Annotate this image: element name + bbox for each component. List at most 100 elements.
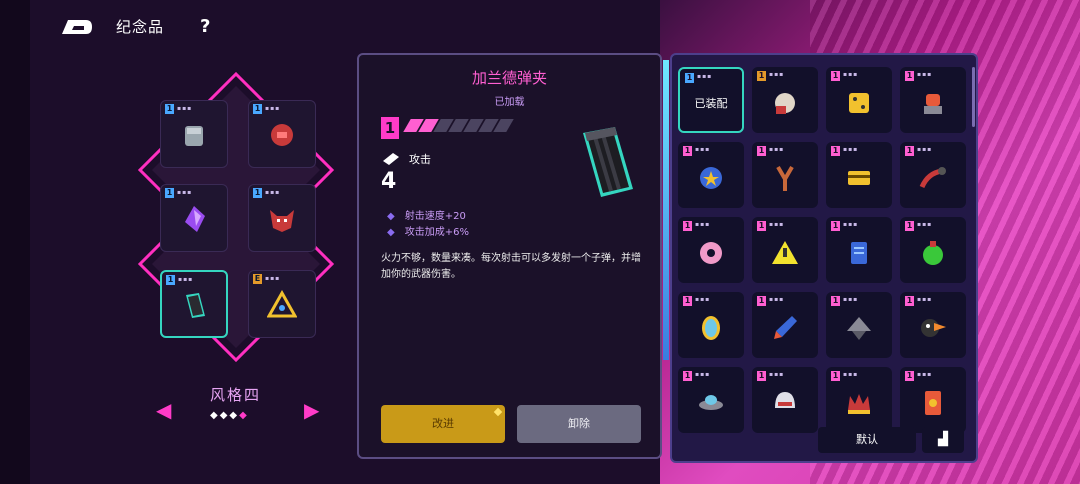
upgrade-button[interactable]: 改进 — [381, 405, 505, 443]
cell-level: 1 — [757, 146, 766, 156]
cell-level: 1 — [905, 221, 914, 231]
cell-pips: ▪▪▪ — [695, 146, 711, 153]
slot-pips: ▪▪▪ — [177, 105, 193, 112]
back-icon[interactable] — [60, 16, 94, 36]
demon-mask-icon — [270, 210, 294, 233]
cell-level: 1 — [685, 73, 694, 83]
helmet-icon — [775, 392, 795, 409]
souvenir-cell[interactable]: 1 ▪▪▪ — [752, 367, 818, 433]
style-label: 风格四 — [210, 386, 262, 404]
cell-level: 1 — [683, 371, 692, 381]
pipe-icon — [919, 167, 946, 189]
help-button[interactable]: ? — [200, 16, 210, 37]
triangle-relic-icon — [267, 290, 297, 318]
equipped-slot[interactable]: E ▪▪▪ — [248, 270, 316, 338]
cell-level: 1 — [757, 71, 766, 81]
crown-icon — [848, 394, 870, 415]
cell-pips: ▪▪▪ — [769, 221, 785, 228]
souvenir-cell[interactable]: 1 ▪▪▪ — [900, 217, 966, 283]
souvenir-cell[interactable]: 1 ▪▪▪ — [826, 142, 892, 208]
cell-pips: ▪▪▪ — [769, 71, 785, 78]
donut-icon — [700, 242, 722, 265]
item-detail-panel: 加兰德弹夹 已加载 1 攻击 4 ◆ 射击速度+20 ◆ 攻击加成+6% 火力不够，… — [357, 53, 662, 459]
robot-icon — [924, 94, 942, 115]
souvenir-cell[interactable]: 1 ▪▪▪ — [826, 217, 892, 283]
cell-level: 1 — [905, 71, 914, 81]
item-description: 火力不够，数量来凑。每次射击可以多发射一个子弹，并增加你的武器伤害。 — [381, 253, 641, 280]
upgrade-indicator — [493, 407, 503, 417]
souvenir-grid-panel: 1 ▪▪▪ 已装配 1 ▪▪▪ 1 ▪▪▪ 1 ▪▪▪ 1 ▪▪▪ 1 ▪▪▪ 1 ▪▪▪ 1 ▪▪▪ 1 ▪▪▪ 1… — [670, 53, 978, 463]
souvenir-cell[interactable]: 1 ▪▪▪ — [900, 367, 966, 433]
prev-style-arrow[interactable]: ◀ — [156, 398, 171, 422]
souvenir-cell[interactable]: 1 ▪▪▪ — [678, 367, 744, 433]
cell-pips: ▪▪▪ — [843, 296, 859, 303]
equipped-slot[interactable]: 1 ▪▪▪ — [160, 100, 228, 168]
attack-row: 攻击 — [383, 151, 431, 167]
sort-toggle-button[interactable]: ▟ — [922, 427, 964, 453]
cell-pips: ▪▪▪ — [917, 296, 933, 303]
souvenir-cell[interactable]: 1 ▪▪▪ — [752, 142, 818, 208]
souvenir-cell[interactable]: 1 ▪▪▪ 已装配 — [678, 67, 744, 133]
slot-level: 1 — [165, 104, 174, 114]
souvenir-cell[interactable]: 1 ▪▪▪ — [752, 217, 818, 283]
green-potion-icon — [923, 241, 943, 266]
souvenir-cell[interactable]: 1 ▪▪▪ — [752, 67, 818, 133]
cell-pips: ▪▪▪ — [843, 71, 859, 78]
ufo-icon — [699, 395, 723, 411]
cell-level: 1 — [831, 371, 840, 381]
equipped-slot[interactable]: 1 ▪▪▪ — [160, 270, 228, 338]
item-rank: 1 — [381, 117, 399, 139]
page-title: 纪念品 — [116, 17, 165, 36]
slot-level: 1 — [253, 188, 262, 198]
toucan-icon — [921, 319, 946, 338]
grid-scrollbar[interactable] — [972, 67, 975, 127]
equipped-slot[interactable]: 1 ▪▪▪ — [160, 184, 228, 252]
cell-level: 1 — [757, 296, 766, 306]
souvenir-cell[interactable]: 1 ▪▪▪ — [678, 217, 744, 283]
cell-pips: ▪▪▪ — [769, 371, 785, 378]
slot-pips: ▪▪▪ — [265, 189, 281, 196]
souvenir-cell[interactable]: 1 ▪▪▪ — [900, 67, 966, 133]
spinning-top-icon — [847, 317, 871, 341]
souvenir-cell[interactable]: 1 ▪▪▪ — [900, 142, 966, 208]
level-bar — [403, 119, 514, 132]
slingshot-icon — [776, 166, 794, 192]
cell-pips: ▪▪▪ — [843, 371, 859, 378]
cell-level: 1 — [683, 221, 692, 231]
cell-level: 1 — [905, 371, 914, 381]
stat-fire-rate: ◆ 射击速度+20 — [387, 211, 466, 222]
warning-sign-icon — [772, 241, 798, 265]
slot-pips: ▪▪▪ — [265, 105, 281, 112]
next-style-arrow[interactable]: ▶ — [304, 398, 319, 422]
mirror-icon — [702, 316, 720, 341]
slot-level: 1 — [165, 188, 174, 198]
cell-level: 1 — [831, 71, 840, 81]
blue-scroll-icon — [851, 242, 867, 265]
souvenir-cell[interactable]: 1 ▪▪▪ — [900, 292, 966, 358]
ammo-clip-icon — [186, 293, 205, 319]
left-edge — [0, 0, 30, 484]
cell-level: 1 — [683, 296, 692, 306]
souvenir-cell[interactable]: 1 ▪▪▪ — [826, 292, 892, 358]
cell-level: 1 — [757, 371, 766, 381]
item-name: 加兰德弹夹 — [471, 69, 547, 87]
card-icon — [848, 171, 870, 186]
cell-level: 1 — [757, 221, 766, 231]
equipped-slot[interactable]: 1 ▪▪▪ — [248, 184, 316, 252]
souvenir-cell[interactable]: 1 ▪▪▪ — [826, 67, 892, 133]
equipped-slot[interactable]: 1 ▪▪▪ — [248, 100, 316, 168]
remove-button[interactable]: 卸除 — [517, 405, 641, 443]
rocket-icon — [774, 316, 797, 340]
souvenir-cell[interactable]: 1 ▪▪▪ — [752, 292, 818, 358]
cell-pips: ▪▪▪ — [843, 146, 859, 153]
default-sort-button[interactable]: 默认 — [818, 427, 916, 453]
cell-pips: ▪▪▪ — [843, 221, 859, 228]
equipped-slots-frame: 1 ▪▪▪ 1 ▪▪▪ 1 ▪▪▪ 1 ▪▪▪ 1 ▪▪▪ E ▪▪▪ — [136, 72, 336, 362]
gauntlet-icon — [185, 126, 203, 147]
souvenir-cell[interactable]: 1 ▪▪▪ — [826, 367, 892, 433]
souvenir-cell[interactable]: 1 ▪▪▪ — [678, 142, 744, 208]
slot-pips: ▪▪▪ — [177, 189, 193, 196]
cell-pips: ▪▪▪ — [917, 71, 933, 78]
purple-crystal-icon — [185, 206, 205, 233]
souvenir-cell[interactable]: 1 ▪▪▪ — [678, 292, 744, 358]
